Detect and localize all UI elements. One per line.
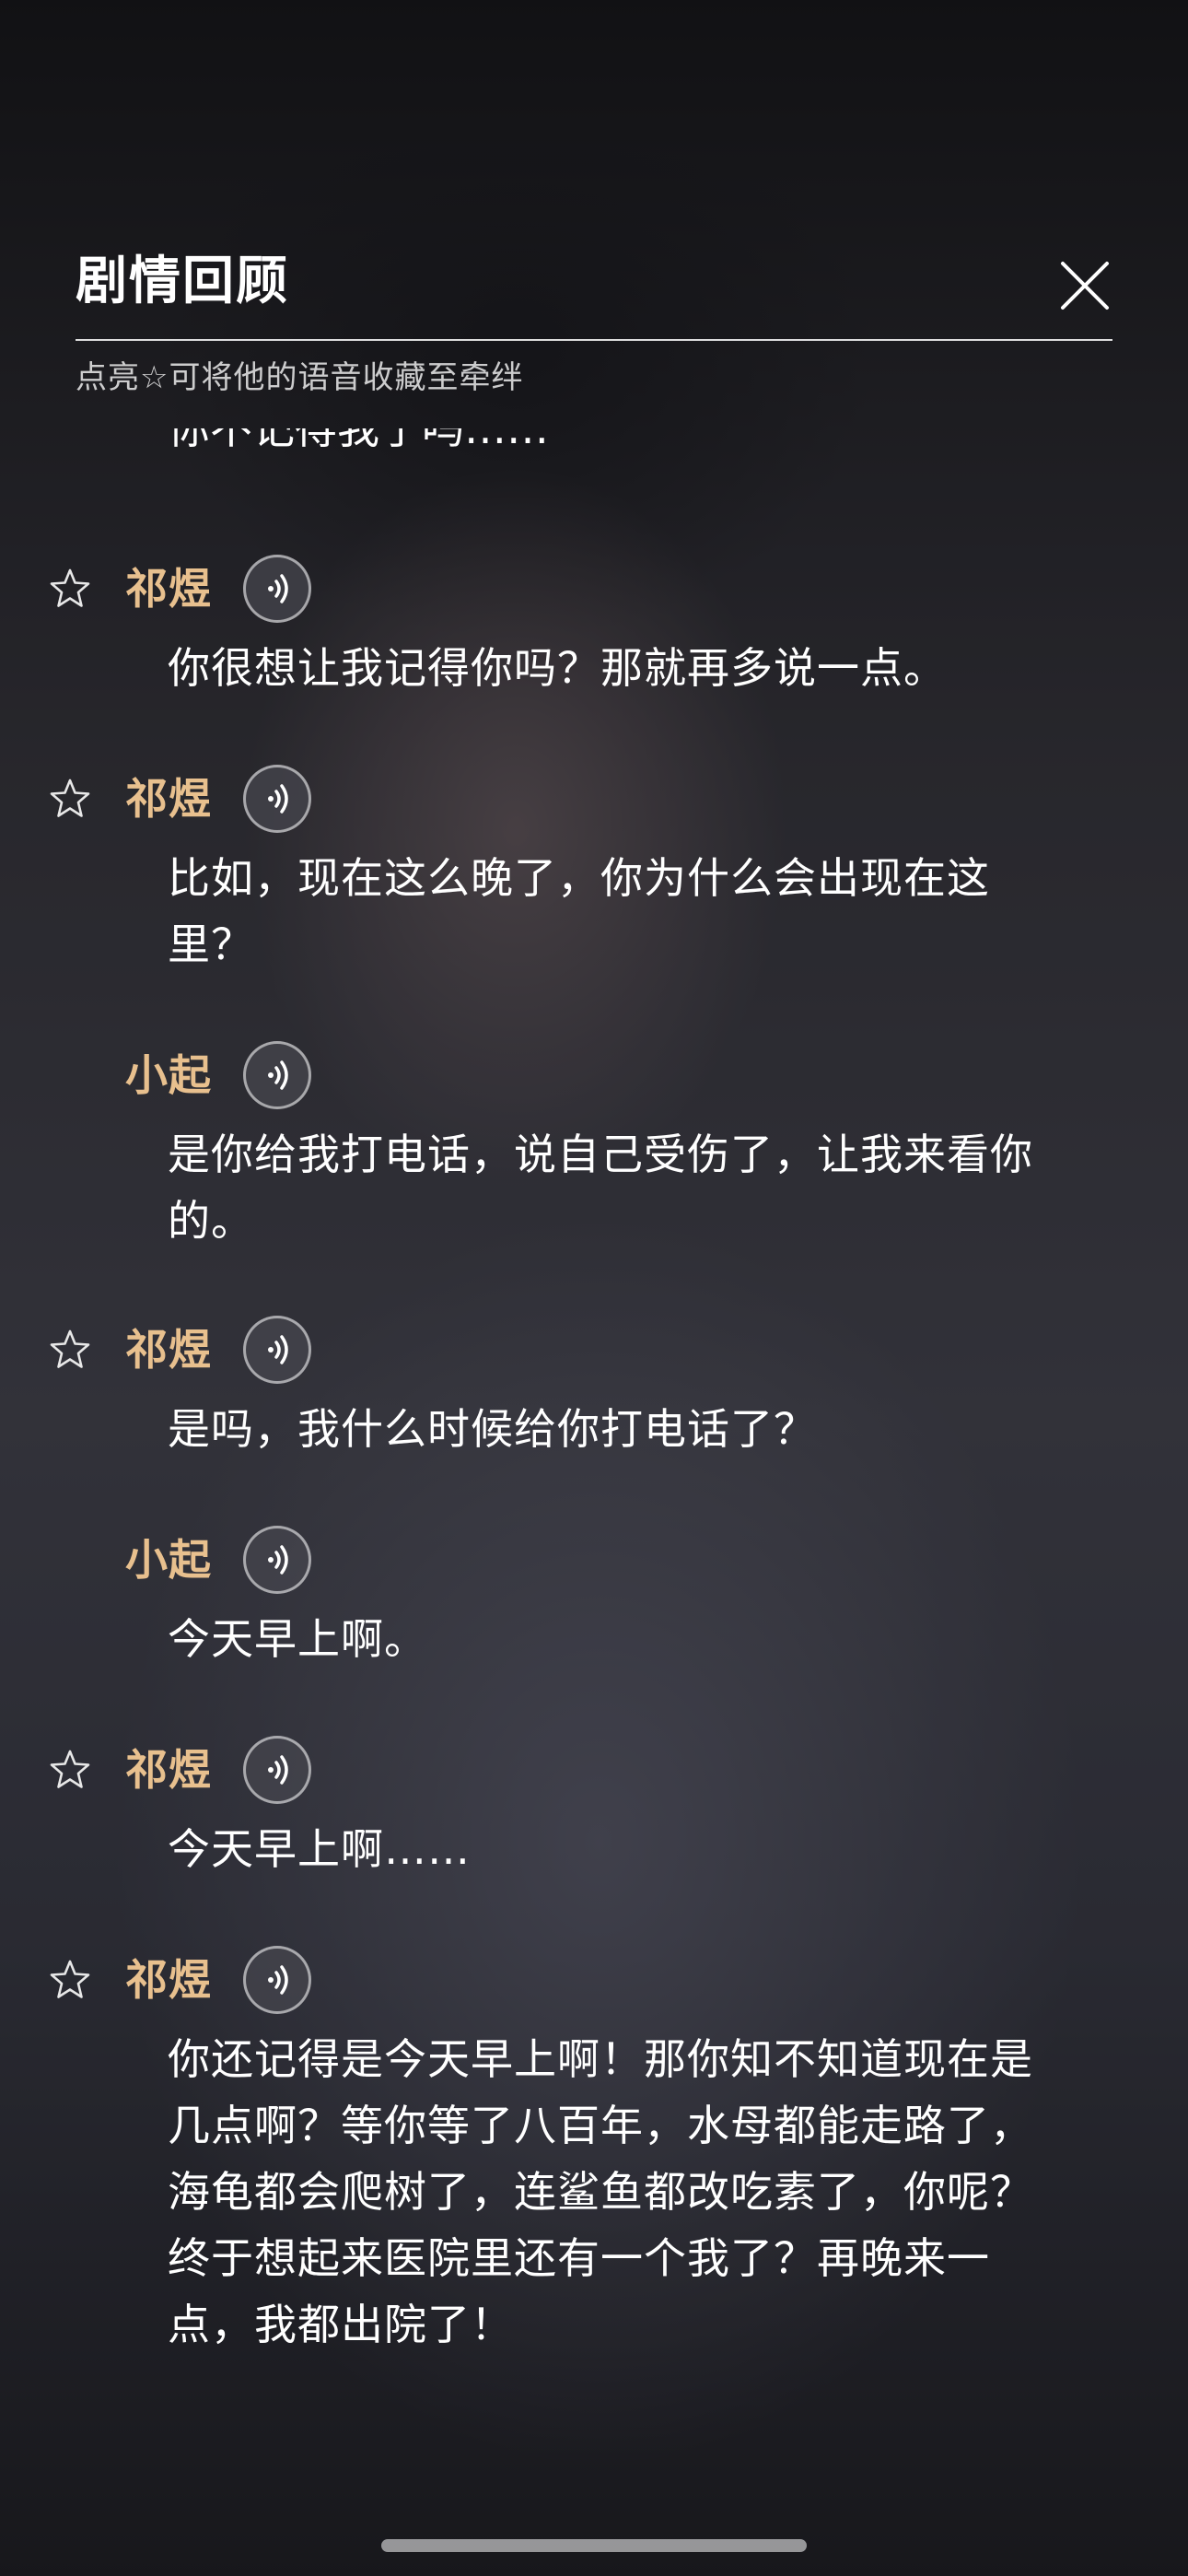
close-icon — [1061, 262, 1109, 310]
dialogue-entry: 祁煜 你还记得是今天早上啊！那你知不知道现在是几点啊？等你等了八百年，水母都能走… — [0, 1945, 1188, 2358]
close-button[interactable] — [1057, 258, 1112, 313]
voice-play-icon — [268, 784, 288, 814]
dialogue-text: 今天早上啊。 — [168, 1614, 427, 1664]
voice-play-icon — [268, 1965, 288, 1995]
voice-play-icon — [268, 1545, 288, 1575]
dialogue-entry: 祁煜 你很想让我记得你吗？那就再多说一点。 — [0, 554, 1188, 701]
favorite-star-button[interactable] — [48, 1328, 92, 1372]
voice-play-icon — [268, 574, 288, 603]
page-title: 剧情回顾 — [76, 251, 289, 311]
dialogue-entry: 小起 今天早上啊。 — [0, 1525, 1188, 1672]
speaker-name: 祁煜 — [125, 774, 212, 824]
favorite-star-button[interactable] — [48, 777, 92, 821]
star-outline-icon — [50, 568, 90, 607]
home-indicator[interactable] — [381, 2539, 807, 2552]
star-outline-icon — [50, 779, 90, 817]
voice-play-button[interactable] — [243, 1946, 311, 2014]
voice-play-button[interactable] — [243, 765, 311, 833]
voice-play-button[interactable] — [243, 1736, 311, 1804]
dialogue-entry: 小起 是你给我打电话，说自己受伤了，让我来看你的。 — [0, 1040, 1188, 1254]
speaker-name: 小起 — [125, 1535, 212, 1585]
dialogue-text: 比如，现在这么晚了，你为什么会出现在这里？ — [168, 853, 990, 969]
speaker-name: 祁煜 — [125, 1745, 212, 1795]
voice-play-button[interactable] — [243, 1041, 311, 1109]
speaker-name: 小起 — [125, 1050, 212, 1100]
voice-play-icon — [268, 1060, 288, 1090]
favorite-hint: 点亮☆可将他的语音收藏至牵绊 — [76, 359, 524, 396]
speaker-name: 祁煜 — [125, 564, 212, 614]
dialogue-text: 是吗，我什么时候给你打电话了？ — [168, 1404, 817, 1454]
dialogue-entry: 祁煜 是吗，我什么时候给你打电话了？ — [0, 1315, 1188, 1462]
star-outline-icon — [50, 1960, 90, 1998]
dialogue-text: 是你给我打电话，说自己受伤了，让我来看你的。 — [168, 1130, 1033, 1246]
star-outline-icon — [50, 1329, 90, 1368]
voice-play-button[interactable] — [243, 555, 311, 623]
dialogue-entry: 祁煜 今天早上啊…… — [0, 1735, 1188, 1882]
dialogue-text: 你还记得是今天早上啊！那你知不知道现在是几点啊？等你等了八百年，水母都能走路了，… — [168, 2034, 1033, 2349]
voice-play-button[interactable] — [243, 1316, 311, 1384]
speaker-name: 祁煜 — [125, 1325, 212, 1375]
star-outline-icon — [50, 1750, 90, 1788]
favorite-star-button[interactable] — [48, 567, 92, 611]
favorite-star-button[interactable] — [48, 1958, 92, 2002]
partial-dialogue-line: 你不记得我了吗…… — [168, 428, 549, 453]
voice-play-icon — [268, 1335, 288, 1364]
favorite-star-button[interactable] — [48, 1748, 92, 1792]
speaker-name: 祁煜 — [125, 1955, 212, 2005]
header-divider — [76, 339, 1112, 341]
voice-play-button[interactable] — [243, 1526, 311, 1594]
dialogue-entry: 祁煜 比如，现在这么晚了，你为什么会出现在这里？ — [0, 764, 1188, 978]
dialogue-text: 今天早上啊…… — [168, 1824, 471, 1874]
dialogue-text: 你很想让我记得你吗？那就再多说一点。 — [168, 643, 947, 693]
dialogue-list[interactable]: 你不记得我了吗…… 祁煜 你很想让我记得你吗？那就再多说一点。 祁煜 比如，现在… — [0, 428, 1188, 2511]
voice-play-icon — [268, 1755, 288, 1785]
